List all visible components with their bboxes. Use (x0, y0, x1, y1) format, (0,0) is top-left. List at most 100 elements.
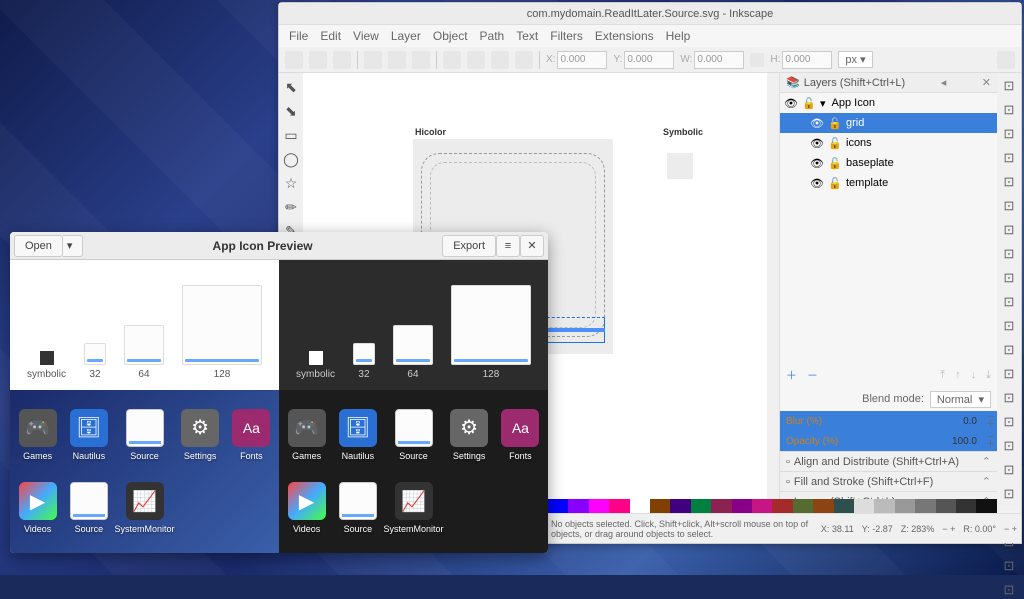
toolbar-icon[interactable] (997, 51, 1015, 69)
toolbar-icon[interactable] (412, 51, 430, 69)
toolbar-icon[interactable] (388, 51, 406, 69)
snap-icon[interactable]: ⊡ (1000, 197, 1018, 215)
menu-text[interactable]: Text (516, 29, 538, 43)
app-item[interactable]: ▶Videos (281, 472, 332, 546)
visibility-icon[interactable]: 👁 (810, 117, 822, 130)
app-item[interactable]: 🎮Games (12, 398, 63, 472)
swatch[interactable] (589, 499, 609, 513)
hamburger-icon[interactable]: ≡ (496, 235, 520, 257)
x-input[interactable] (557, 51, 607, 69)
panel-menu-icon[interactable]: ◂ (941, 76, 947, 89)
lock-icon[interactable] (750, 53, 764, 67)
lock-icon[interactable]: 🔓 (828, 137, 840, 150)
export-button[interactable]: Export (442, 235, 496, 257)
swatch[interactable] (874, 499, 894, 513)
lock-icon[interactable]: 🔓 (802, 97, 814, 110)
lock-icon[interactable]: 🔓 (828, 177, 840, 190)
close-icon[interactable]: ✕ (520, 235, 544, 257)
expand-icon[interactable]: ▾ (820, 97, 826, 110)
swatch[interactable] (834, 499, 854, 513)
snap-icon[interactable]: ⊡ (1000, 149, 1018, 167)
app-item[interactable]: Source (332, 472, 383, 546)
lock-icon[interactable]: 🔓 (828, 157, 840, 170)
snap-icon[interactable]: ⊡ (1000, 77, 1018, 95)
spinner-icon[interactable]: －＋ (986, 414, 995, 428)
app-item[interactable]: 📈SystemMonitor (383, 472, 443, 546)
toolbar-icon[interactable] (443, 51, 461, 69)
unit-select[interactable]: px ▾ (838, 51, 872, 68)
w-input[interactable] (694, 51, 744, 69)
swatch[interactable] (711, 499, 731, 513)
layers-panel-header[interactable]: 📚 Layers (Shift+Ctrl+L) ◂ ✕ (780, 73, 997, 93)
raise-icon[interactable]: ↑ (955, 369, 961, 381)
artboard-symbolic[interactable] (667, 153, 693, 179)
snap-icon[interactable]: ⊡ (1000, 101, 1018, 119)
snap-icon[interactable]: ⊡ (1000, 461, 1018, 479)
snap-icon[interactable]: ⊡ (1000, 437, 1018, 455)
menu-help[interactable]: Help (666, 29, 691, 43)
snap-icon[interactable]: ⊡ (1000, 389, 1018, 407)
lower-icon[interactable]: ↓ (971, 369, 977, 381)
swatch[interactable] (854, 499, 874, 513)
menu-edit[interactable]: Edit (320, 29, 341, 43)
snap-icon[interactable]: ⊡ (1000, 413, 1018, 431)
toolbar-icon[interactable] (467, 51, 485, 69)
h-input[interactable] (782, 51, 832, 69)
toolbar-icon[interactable] (364, 51, 382, 69)
tool-icon[interactable]: ▭ (281, 125, 301, 145)
add-layer-icon[interactable]: ＋ (786, 367, 797, 383)
swatch[interactable] (752, 499, 772, 513)
open-button[interactable]: Open (14, 235, 63, 257)
snap-icon[interactable]: ⊡ (1000, 365, 1018, 383)
toolbar-icon[interactable] (333, 51, 351, 69)
swatch[interactable] (895, 499, 915, 513)
snap-icon[interactable]: ⊡ (1000, 173, 1018, 191)
swatch[interactable] (915, 499, 935, 513)
tool-icon[interactable]: ◯ (281, 149, 301, 169)
swatch[interactable] (630, 499, 650, 513)
status-zoom[interactable]: Z: 283% (901, 524, 935, 534)
swatch[interactable] (568, 499, 588, 513)
spinner-icon[interactable]: －＋ (986, 434, 995, 448)
raise-top-icon[interactable]: ⤒ (940, 369, 945, 382)
swatch[interactable] (976, 499, 996, 513)
app-item[interactable]: AaFonts (495, 398, 546, 472)
inkscape-toolbar[interactable]: X: Y: W: H: px ▾ (279, 47, 1021, 73)
blend-select[interactable]: Normal ▾ (930, 391, 991, 408)
collapsible-header[interactable]: ▫Fill and Stroke (Shift+Ctrl+F)⌃ (780, 471, 997, 491)
status-rotation[interactable]: R: 0.00° (963, 524, 996, 534)
menu-layer[interactable]: Layer (391, 29, 421, 43)
swatch[interactable] (793, 499, 813, 513)
swatch[interactable] (609, 499, 629, 513)
swatch[interactable] (732, 499, 752, 513)
tool-icon[interactable]: ⬊ (281, 101, 301, 121)
open-dropdown[interactable]: ▾ (63, 235, 83, 257)
toolbar-icon[interactable] (309, 51, 327, 69)
y-input[interactable] (624, 51, 674, 69)
snap-icon[interactable]: ⊡ (1000, 293, 1018, 311)
swatch[interactable] (691, 499, 711, 513)
inkscape-titlebar[interactable]: com.mydomain.ReadItLater.Source.svg - In… (279, 3, 1021, 25)
tool-icon[interactable]: ☆ (281, 173, 301, 193)
visibility-icon[interactable]: 👁 (810, 177, 822, 190)
app-item[interactable]: 🗄Nautilus (63, 398, 114, 472)
app-item[interactable]: 🎮Games (281, 398, 332, 472)
scrollbar-vertical[interactable] (767, 73, 779, 511)
snap-icon[interactable]: ⊡ (1000, 485, 1018, 503)
toolbar-icon[interactable] (515, 51, 533, 69)
app-item[interactable]: Source (383, 398, 443, 472)
layer-row[interactable]: 👁🔓baseplate (780, 153, 997, 173)
snap-icon[interactable]: ⊡ (1000, 125, 1018, 143)
blur-slider[interactable]: Blur (%) 0.0 －＋ (780, 411, 997, 431)
app-item[interactable]: Source (114, 398, 174, 472)
layer-row[interactable]: 👁🔓grid (780, 113, 997, 133)
swatch[interactable] (772, 499, 792, 513)
snap-icon[interactable]: ⊡ (1000, 245, 1018, 263)
inkscape-menubar[interactable]: FileEditViewLayerObjectPathTextFiltersEx… (279, 25, 1021, 47)
snap-icon[interactable]: ⊡ (1000, 341, 1018, 359)
swatch[interactable] (670, 499, 690, 513)
tool-icon[interactable]: ⬉ (281, 77, 301, 97)
app-item[interactable]: ▶Videos (12, 472, 63, 546)
menu-path[interactable]: Path (480, 29, 505, 43)
visibility-icon[interactable]: 👁 (810, 137, 822, 150)
